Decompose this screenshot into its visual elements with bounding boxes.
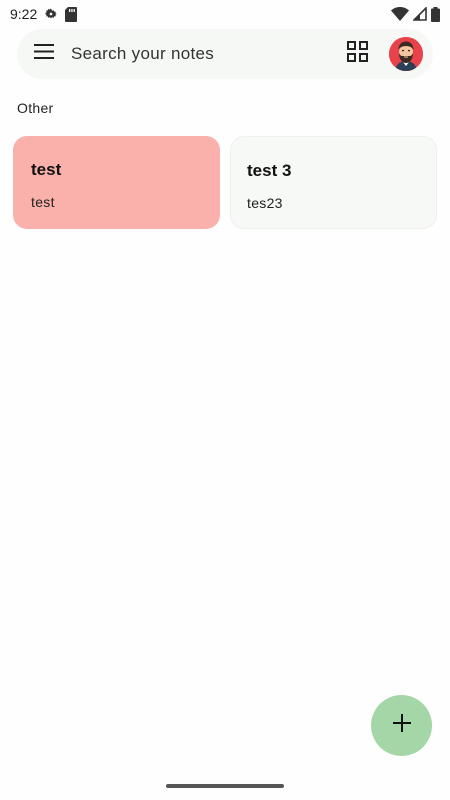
sd-card-icon [65,6,78,22]
signal-icon [413,7,427,21]
note-body: tes23 [247,195,283,211]
status-bar: 9:22 [0,0,450,28]
note-card[interactable]: test test [13,136,220,229]
grid-view-button[interactable] [337,34,377,74]
note-title: test 3 [247,161,292,180]
grid-view-icon [346,41,368,67]
section-label-other: Other [17,100,54,116]
notes-screen: 9:22 Search your notes Other test test t… [0,0,450,800]
menu-icon [34,44,54,64]
search-bar[interactable]: Search your notes [17,29,433,79]
add-note-button[interactable] [371,695,432,756]
home-indicator[interactable] [166,784,284,788]
plus-icon [392,714,411,737]
search-input[interactable]: Search your notes [69,44,337,64]
settings-icon [43,6,59,22]
note-title: test [31,160,62,179]
avatar[interactable] [389,37,423,71]
status-left: 9:22 [10,6,78,22]
status-right [391,6,440,22]
note-body: test [31,194,55,210]
avatar-image [389,37,423,71]
menu-button[interactable] [19,29,69,79]
note-card[interactable]: test 3 tes23 [230,136,437,229]
battery-icon [431,6,440,22]
wifi-icon [391,7,409,21]
status-time: 9:22 [10,6,38,22]
